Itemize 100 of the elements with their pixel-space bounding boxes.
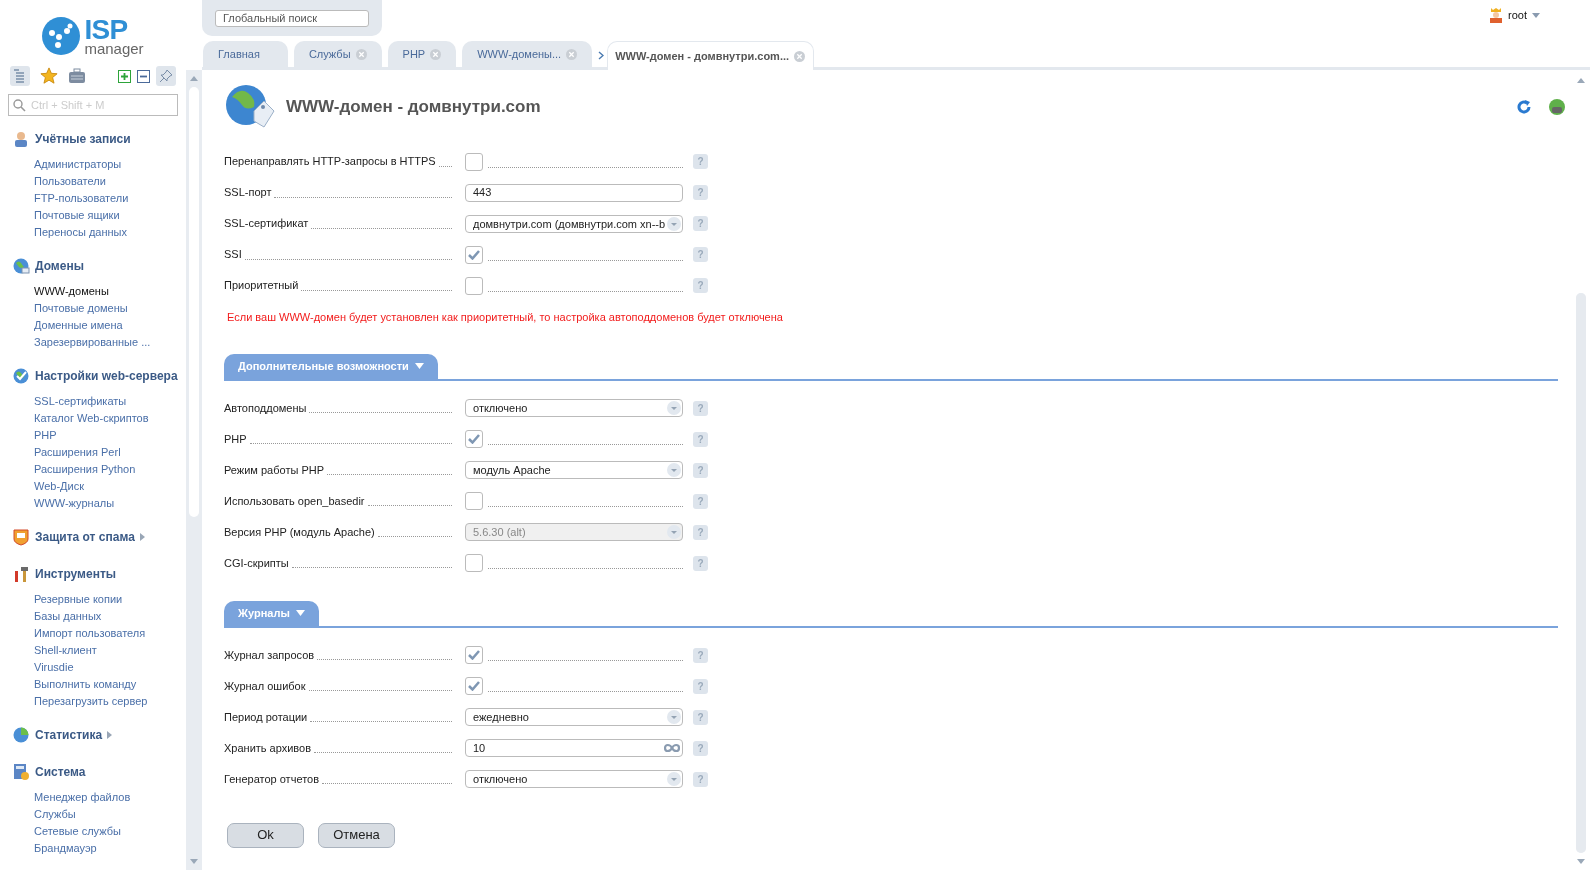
tab[interactable]: WWW-домен - домвнутри.com... xyxy=(607,41,815,70)
menu-section-header[interactable]: Домены xyxy=(12,254,186,278)
number-field[interactable]: 10 xyxy=(465,739,683,757)
expand-all-icon[interactable] xyxy=(118,69,131,83)
select-field[interactable]: модуль Apache xyxy=(465,461,683,479)
tree-view-icon[interactable] xyxy=(10,66,30,87)
tab[interactable]: Главная xyxy=(203,41,288,67)
menu-item[interactable]: WWW-домены xyxy=(34,283,186,300)
search-icon xyxy=(13,99,26,112)
logo-icon xyxy=(42,16,81,55)
text-field[interactable]: 443 xyxy=(465,183,683,202)
menu-section-header[interactable]: Инструменты xyxy=(12,562,186,586)
menu-section-header[interactable]: Система xyxy=(12,760,186,784)
menu-item[interactable]: Расширения Perl xyxy=(34,444,186,461)
menu-item[interactable]: SSL-сертификаты xyxy=(34,393,186,410)
menu-section-header[interactable]: Статистика xyxy=(12,723,186,747)
menu-item[interactable]: Каталог Web-скриптов xyxy=(34,410,186,427)
shield-icon xyxy=(12,528,30,546)
menu-item[interactable]: Перезагрузить сервер xyxy=(34,693,186,710)
tools-icon xyxy=(12,565,30,583)
caret-down-icon xyxy=(295,610,305,616)
scroll-down-icon[interactable] xyxy=(1577,859,1585,864)
close-icon[interactable] xyxy=(566,48,578,60)
menu-item[interactable]: Расширения Python xyxy=(34,461,186,478)
menu-item[interactable]: Зарезервированные ... xyxy=(34,334,186,351)
close-icon[interactable] xyxy=(430,48,442,60)
briefcase-icon[interactable] xyxy=(68,68,86,85)
expand-arrow-icon[interactable] xyxy=(139,533,145,541)
menu-item[interactable]: Службы xyxy=(34,806,186,823)
checkbox[interactable] xyxy=(465,677,483,695)
tab[interactable]: PHP xyxy=(387,41,457,67)
select-field[interactable]: отключено xyxy=(465,399,683,417)
select-field[interactable]: домвнутри.com (домвнутри.com xn--b xyxy=(465,214,683,233)
tab[interactable]: WWW-домены... xyxy=(462,41,593,67)
ok-button[interactable]: Ok xyxy=(227,822,304,848)
menu-item[interactable]: Пользователи xyxy=(34,173,186,190)
field-label: Журнал ошибок xyxy=(224,678,306,694)
menu-item[interactable]: Почтовые домены xyxy=(34,300,186,317)
field-label: Версия PHP (модуль Apache) xyxy=(224,524,375,540)
menu-section-title: Инструменты xyxy=(35,566,117,583)
field-label: SSL-сертификат xyxy=(224,216,309,232)
menu-section-title: Настройки web-сервера xyxy=(35,368,178,385)
menu-item[interactable]: Web-Диск xyxy=(34,478,186,495)
field-label: CGI-скрипты xyxy=(224,555,289,571)
checkbox[interactable] xyxy=(465,152,483,171)
caret-icon[interactable] xyxy=(1532,12,1540,18)
menu-item[interactable]: PHP xyxy=(34,427,186,444)
field-label: Период ротации xyxy=(224,709,308,725)
global-search-field[interactable]: Глобальный поиск xyxy=(215,9,369,27)
field-label: Генератор отчетов xyxy=(224,771,319,787)
field-label: SSI xyxy=(224,247,242,263)
checkbox[interactable] xyxy=(465,276,483,295)
cancel-button[interactable]: Отмена xyxy=(318,822,395,848)
globe-icon xyxy=(12,367,30,385)
scroll-down-icon[interactable] xyxy=(190,859,198,864)
scroll-up-icon[interactable] xyxy=(1577,78,1585,83)
user-menu[interactable]: root xyxy=(1508,7,1527,24)
checkbox[interactable] xyxy=(465,554,483,572)
menu-item[interactable]: FTP-пользователи xyxy=(34,190,186,207)
close-icon[interactable] xyxy=(794,50,806,62)
menu-section-header[interactable]: Настройки web-сервера xyxy=(12,364,186,388)
page-title: WWW-домен - домвнутри.com xyxy=(286,96,541,119)
menu-section-title: Домены xyxy=(35,258,84,275)
menu-item[interactable]: Почтовые ящики xyxy=(34,207,186,224)
pin-icon[interactable] xyxy=(156,66,176,87)
checkbox[interactable] xyxy=(465,492,483,510)
select-field[interactable]: отключено xyxy=(465,770,683,788)
infinity-icon[interactable] xyxy=(664,743,680,753)
scroll-up-icon[interactable] xyxy=(190,76,198,81)
menu-item[interactable]: Администраторы xyxy=(34,156,186,173)
menu-item[interactable]: Доменные имена xyxy=(34,317,186,334)
star-icon[interactable] xyxy=(40,67,58,86)
globe-link-icon[interactable] xyxy=(1548,98,1566,116)
user-crown-icon xyxy=(1489,7,1504,24)
menu-item[interactable]: Virusdie xyxy=(34,659,186,676)
menu-item[interactable]: Менеджер файлов xyxy=(34,789,186,806)
menu-item[interactable]: Брандмауэр xyxy=(34,840,186,857)
field-label: SSL-порт xyxy=(224,185,272,201)
checkbox[interactable] xyxy=(465,646,483,664)
menu-item[interactable]: Резервные копии xyxy=(34,591,186,608)
select-field[interactable]: ежедневно xyxy=(465,708,683,726)
tab[interactable]: Службы xyxy=(293,41,382,67)
checkbox[interactable] xyxy=(465,245,483,264)
menu-item[interactable]: Базы данных xyxy=(34,608,186,625)
menu-item[interactable]: Сетевые службы xyxy=(34,823,186,840)
menu-item[interactable]: Shell-клиент xyxy=(34,642,186,659)
expand-arrow-icon[interactable] xyxy=(107,731,113,739)
menu-section-title: Статистика xyxy=(35,727,103,744)
collapse-all-icon[interactable] xyxy=(137,69,150,83)
menu-item[interactable]: Импорт пользователя xyxy=(34,625,186,642)
checkbox[interactable] xyxy=(465,430,483,448)
menu-section-header[interactable]: Учётные записи xyxy=(12,127,186,151)
close-icon[interactable] xyxy=(355,48,367,60)
menu-item[interactable]: Выполнить команду xyxy=(34,676,186,693)
menu-item[interactable]: WWW-журналы xyxy=(34,495,186,512)
menu-section-header[interactable]: Защита от спама xyxy=(12,525,186,549)
refresh-icon[interactable] xyxy=(1516,99,1532,115)
menu-section-title: Учётные записи xyxy=(35,131,131,148)
menu-item[interactable]: Переносы данных xyxy=(34,224,186,241)
field-label: Режим работы PHP xyxy=(224,462,324,478)
